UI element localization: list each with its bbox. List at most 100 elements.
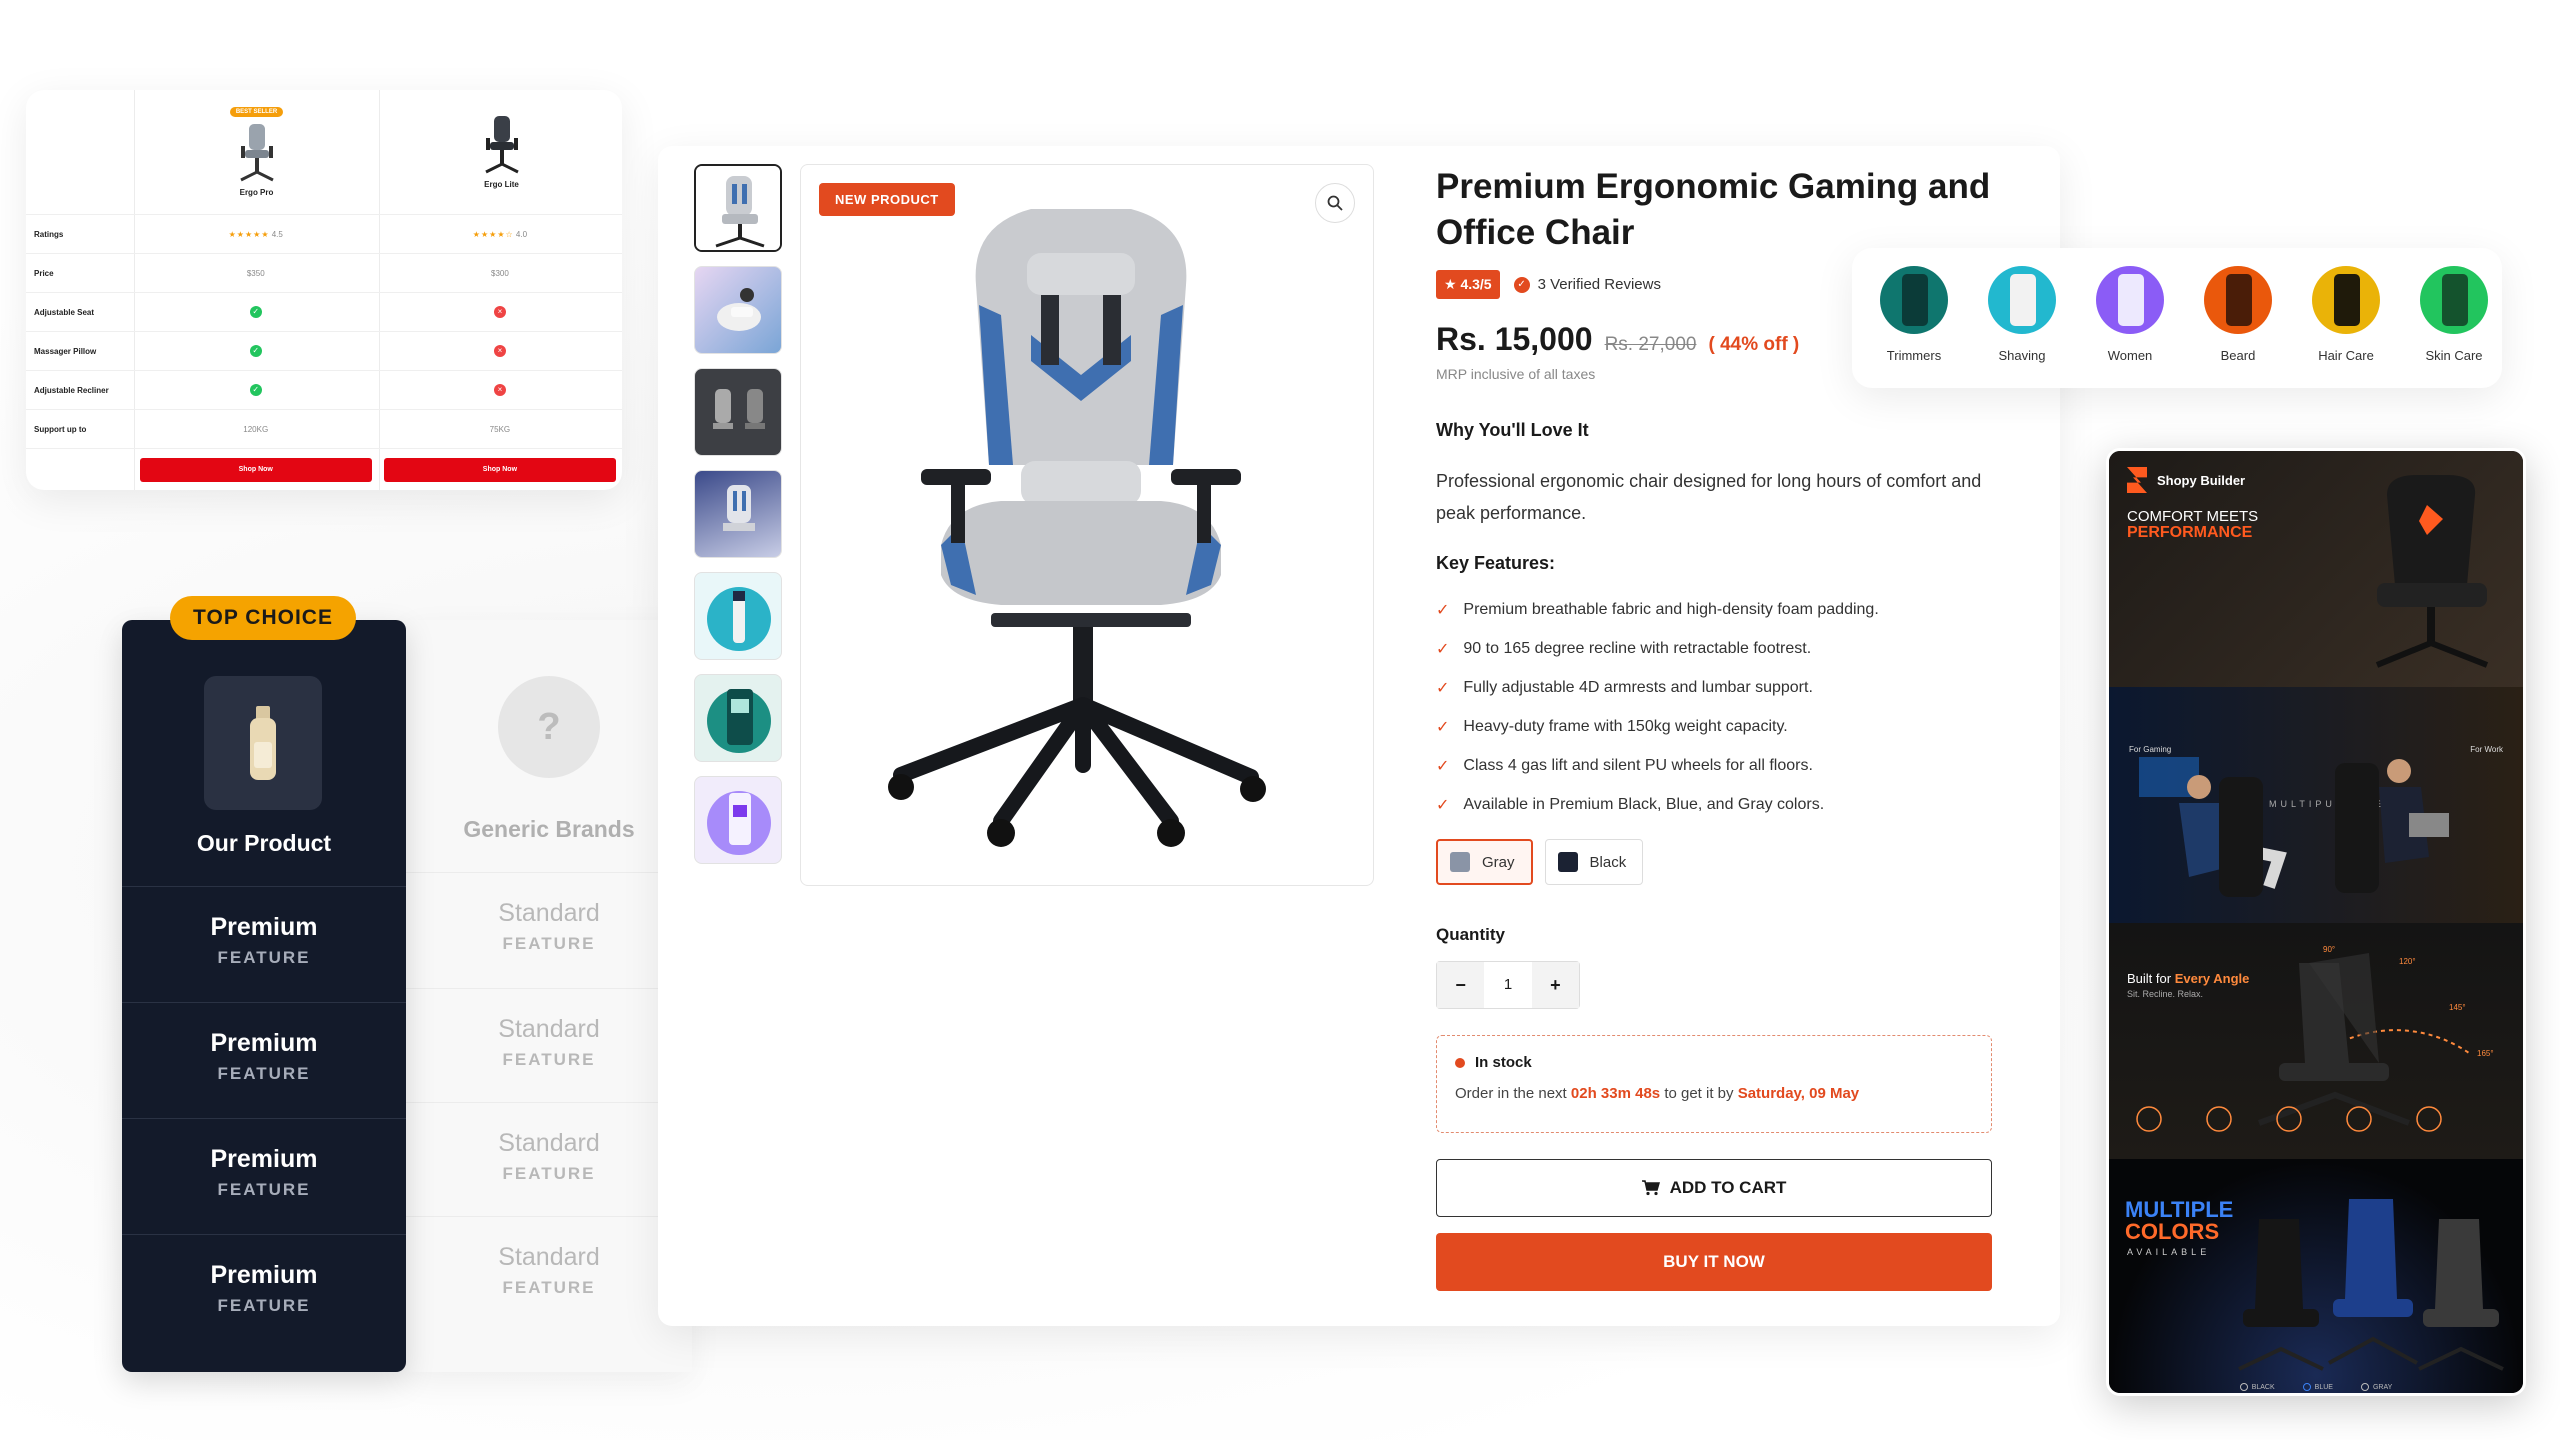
category-beard[interactable]: Beard: [2194, 266, 2282, 363]
color-variants-photo: [2238, 1199, 2504, 1371]
check-icon: ✓: [1436, 680, 1450, 697]
verified-reviews-link[interactable]: ✓ 3 Verified Reviews: [1513, 276, 1661, 293]
check-icon: ✓: [1436, 797, 1450, 814]
star-icons: ★★★★★: [228, 229, 270, 239]
buy-now-button[interactable]: BUY IT NOW: [1436, 1233, 1992, 1291]
increase-quantity-button[interactable]: +: [1531, 962, 1579, 1008]
cross-icon: ×: [493, 306, 506, 318]
color-name-gray: GRAY: [2360, 1383, 2392, 1391]
best-seller-badge: BEST SELLER: [229, 107, 284, 117]
rating-value: 4.0: [515, 229, 528, 239]
brand-logo: Shopy Builder: [2127, 467, 2245, 493]
gallery-thumbnail[interactable]: [694, 164, 782, 252]
category-image: [2204, 266, 2272, 334]
our-feature-row: Premium FEATURE: [122, 886, 406, 1002]
category-women[interactable]: Women: [2086, 266, 2174, 363]
comparison-row-actions: Shop Now Shop Now: [26, 448, 622, 490]
promo-banner: Shopy Builder COMFORT MEETS PERFORMANCE F…: [2106, 448, 2526, 1396]
rating-cell: ★★★★★ 4.5: [134, 230, 378, 239]
gallery-thumbnail[interactable]: [694, 368, 782, 456]
our-product-column: Our Product Premium FEATURE Premium FEAT…: [122, 620, 406, 1372]
feature-item: ✓ Fully adjustable 4D armrests and lumbar…: [1436, 679, 1813, 697]
rating-cell: ★★★★☆ 4.0: [378, 230, 622, 239]
chair-thumbnail: [239, 124, 274, 182]
feature-item: ✓ Available in Premium Black, Blue, and G…: [1436, 796, 1825, 814]
generic-brands-column: ? Generic Brands Standard FEATURE Standa…: [406, 620, 692, 1372]
feature-item: ✓ Heavy-duty frame with 150kg weight capa…: [1436, 718, 1788, 736]
verified-check-icon: ✓: [1513, 276, 1530, 293]
comparison-row-adjustable-seat: Adjustable Seat ✓ ×: [26, 292, 622, 331]
key-features-heading: Key Features:: [1436, 553, 1556, 573]
comfort-heading: COMFORT MEETS PERFORMANCE: [2127, 508, 2259, 541]
check-icon: ✓: [249, 306, 262, 318]
product-description: Professional ergonomic chair designed fo…: [1436, 471, 1982, 523]
check-icon: ✓: [249, 384, 262, 396]
row-label: Ratings: [34, 229, 64, 239]
color-swatch: [1450, 852, 1470, 872]
support-cell: 120KG: [243, 424, 269, 434]
our-feature-row: Premium FEATURE: [122, 1234, 406, 1350]
question-icon: ?: [498, 676, 600, 778]
quantity-value[interactable]: 1: [1484, 962, 1531, 1008]
quantity-stepper: − 1 +: [1436, 961, 1580, 1009]
row-label: Adjustable Seat: [34, 307, 95, 317]
gallery-thumbnail[interactable]: [694, 776, 782, 864]
top-choice-comparison: ? Generic Brands Standard FEATURE Standa…: [122, 596, 692, 1372]
stock-status: In stock: [1455, 1054, 1973, 1071]
chair-thumbnail: [484, 116, 519, 174]
comparison-row-ratings: Ratings ★★★★★ 4.5 ★★★★☆ 4.0: [26, 214, 622, 253]
star-icons: ★★★★☆: [472, 229, 514, 239]
banner-panel-comfort: Shopy Builder COMFORT MEETS PERFORMANCE: [2109, 451, 2523, 687]
discount-label: ( 44% off ): [1708, 334, 1800, 355]
product-title: Premium Ergonomic Gaming and Office Chai…: [1436, 167, 1991, 252]
category-skin-care[interactable]: Skin Care: [2410, 266, 2498, 363]
stock-info-box: In stock Order in the next 02h 33m 48s t…: [1436, 1035, 1992, 1133]
our-feature-row: Premium FEATURE: [122, 1002, 406, 1118]
shop-now-button[interactable]: Shop Now: [383, 457, 616, 482]
comparison-product-1: BEST SELLER Ergo Pro: [134, 100, 379, 197]
add-to-cart-button[interactable]: ADD TO CART: [1436, 1159, 1992, 1217]
rating-value: 4.3/5: [1460, 276, 1492, 292]
delivery-date: Saturday, 09 May: [1737, 1085, 1860, 1102]
color-option-black[interactable]: Black: [1544, 839, 1644, 885]
check-icon: ✓: [1436, 719, 1450, 736]
logo-icon: [2127, 467, 2147, 493]
top-choice-badge: TOP CHOICE: [170, 596, 356, 640]
shop-now-button[interactable]: Shop Now: [139, 457, 372, 482]
category-shaving[interactable]: Shaving: [1978, 266, 2066, 363]
product-name: Ergo Lite: [484, 180, 519, 189]
category-trimmers[interactable]: Trimmers: [1870, 266, 1958, 363]
category-hair-care[interactable]: Hair Care: [2302, 266, 2390, 363]
comparison-row-massager-pillow: Massager Pillow ✓ ×: [26, 331, 622, 370]
gallery-thumbnail[interactable]: [694, 266, 782, 354]
generic-feature-row: Standard FEATURE: [406, 988, 692, 1104]
row-label: Adjustable Recliner: [34, 385, 109, 395]
decrease-quantity-button[interactable]: −: [1437, 962, 1485, 1008]
gaming-chair-illustration: [888, 209, 1266, 847]
sale-price: Rs. 15,000: [1436, 321, 1593, 357]
color-name-row: BLACK BLUE GRAY: [2109, 1383, 2523, 1391]
row-label: Price: [34, 268, 54, 278]
rating-badge: ★ 4.3/5: [1436, 270, 1500, 299]
cross-icon: ×: [493, 345, 506, 357]
product-detail-card: NEW PRODUCT Premium Ergonomic Gaming and…: [658, 146, 2060, 1326]
color-option-gray[interactable]: Gray: [1436, 839, 1533, 885]
price-cell: $300: [491, 268, 509, 278]
comparison-row-adjustable-recliner: Adjustable Recliner ✓ ×: [26, 370, 622, 409]
comparison-table: BEST SELLER Ergo Pro Ergo Lite Ratings ★…: [26, 90, 622, 490]
quantity-label: Quantity: [1436, 925, 1505, 944]
countdown-timer: 02h 33m 48s: [1570, 1085, 1661, 1102]
main-product-image: NEW PRODUCT: [800, 164, 1374, 886]
chair-photo: [2375, 475, 2489, 668]
comparison-row-price: Price $350 $300: [26, 253, 622, 292]
category-image: [1988, 266, 2056, 334]
gallery-thumbnail[interactable]: [694, 674, 782, 762]
gallery-thumbnail[interactable]: [694, 572, 782, 660]
check-icon: ✓: [249, 345, 262, 357]
gallery-thumbnail[interactable]: [694, 470, 782, 558]
feature-item: ✓ Premium breathable fabric and high-dens…: [1436, 601, 1879, 619]
our-feature-row: Premium FEATURE: [122, 1118, 406, 1234]
generic-title: Generic Brands: [463, 816, 635, 842]
color-selector: Gray Black: [1436, 839, 2006, 885]
feature-item: ✓ 90 to 165 degree recline with retractab…: [1436, 640, 1812, 658]
